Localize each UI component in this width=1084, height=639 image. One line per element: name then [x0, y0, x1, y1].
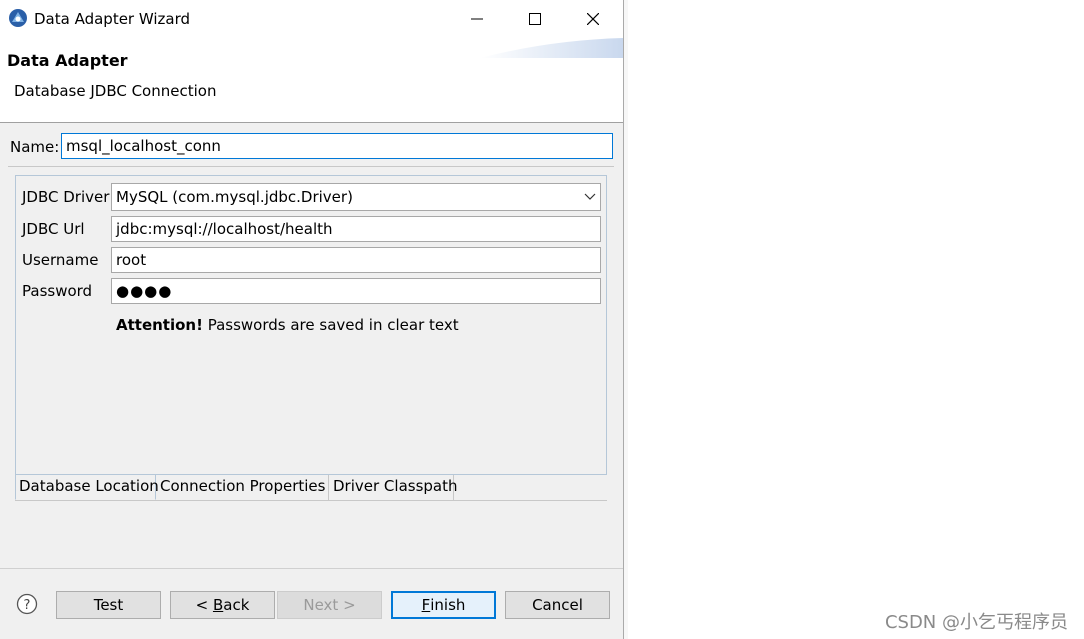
separator: [0, 568, 623, 569]
jdbc-driver-label: JDBC Driver: [22, 188, 110, 206]
banner-graphic: [480, 38, 623, 58]
data-adapter-wizard-window: Data Adapter Wizard Data Adapter Databas…: [0, 0, 624, 639]
background-window-edge: [624, 0, 628, 639]
close-button[interactable]: [564, 0, 622, 38]
help-icon[interactable]: ?: [16, 593, 38, 615]
tab-baseline: [15, 500, 607, 501]
page-description: Database JDBC Connection: [14, 82, 217, 100]
password-input[interactable]: ●●●●: [111, 278, 601, 304]
jdbc-driver-value: MySQL (com.mysql.jdbc.Driver): [116, 188, 353, 206]
name-input[interactable]: [61, 133, 613, 159]
maximize-button[interactable]: [506, 0, 564, 38]
svg-text:?: ?: [24, 598, 31, 613]
finish-button[interactable]: Finish: [391, 591, 496, 619]
finish-rest: inish: [430, 596, 466, 614]
finish-mnemonic: F: [421, 596, 431, 614]
jdbc-url-input[interactable]: jdbc:mysql://localhost/health: [111, 216, 601, 242]
chevron-down-icon: [584, 193, 596, 200]
watermark: CSDN @小乞丐程序员: [884, 612, 1068, 633]
tab-connection-properties[interactable]: Connection Properties: [157, 475, 329, 500]
title-bar[interactable]: Data Adapter Wizard: [0, 0, 623, 38]
password-warning: Attention! Passwords are saved in clear …: [116, 316, 459, 334]
jdbc-driver-select[interactable]: MySQL (com.mysql.jdbc.Driver): [111, 183, 601, 211]
minimize-button[interactable]: [448, 0, 506, 38]
username-label: Username: [22, 251, 99, 269]
password-label: Password: [22, 282, 93, 300]
separator: [8, 166, 614, 167]
minimize-icon: [471, 18, 483, 20]
window-title: Data Adapter Wizard: [34, 10, 191, 28]
attention-text: Passwords are saved in clear text: [202, 316, 459, 334]
back-button[interactable]: < Back: [170, 591, 275, 619]
next-button[interactable]: Next >: [277, 591, 382, 619]
maximize-icon: [529, 13, 541, 25]
close-icon: [587, 13, 599, 25]
jdbc-url-label: JDBC Url: [22, 220, 85, 238]
name-label: Name:: [10, 138, 60, 156]
tab-database-location[interactable]: Database Location: [15, 475, 159, 500]
test-button[interactable]: Test: [56, 591, 161, 619]
back-rest: ack: [223, 596, 250, 614]
tab-driver-classpath[interactable]: Driver Classpath: [330, 475, 458, 500]
wizard-header: Data Adapter Database JDBC Connection: [0, 38, 623, 123]
username-input[interactable]: root: [111, 247, 601, 273]
attention-label: Attention!: [116, 316, 203, 334]
back-mnemonic: B: [212, 596, 224, 614]
back-prefix: <: [195, 596, 213, 614]
page-heading: Data Adapter: [7, 51, 128, 70]
cancel-button[interactable]: Cancel: [505, 591, 610, 619]
data-adapter-icon: [9, 9, 27, 27]
